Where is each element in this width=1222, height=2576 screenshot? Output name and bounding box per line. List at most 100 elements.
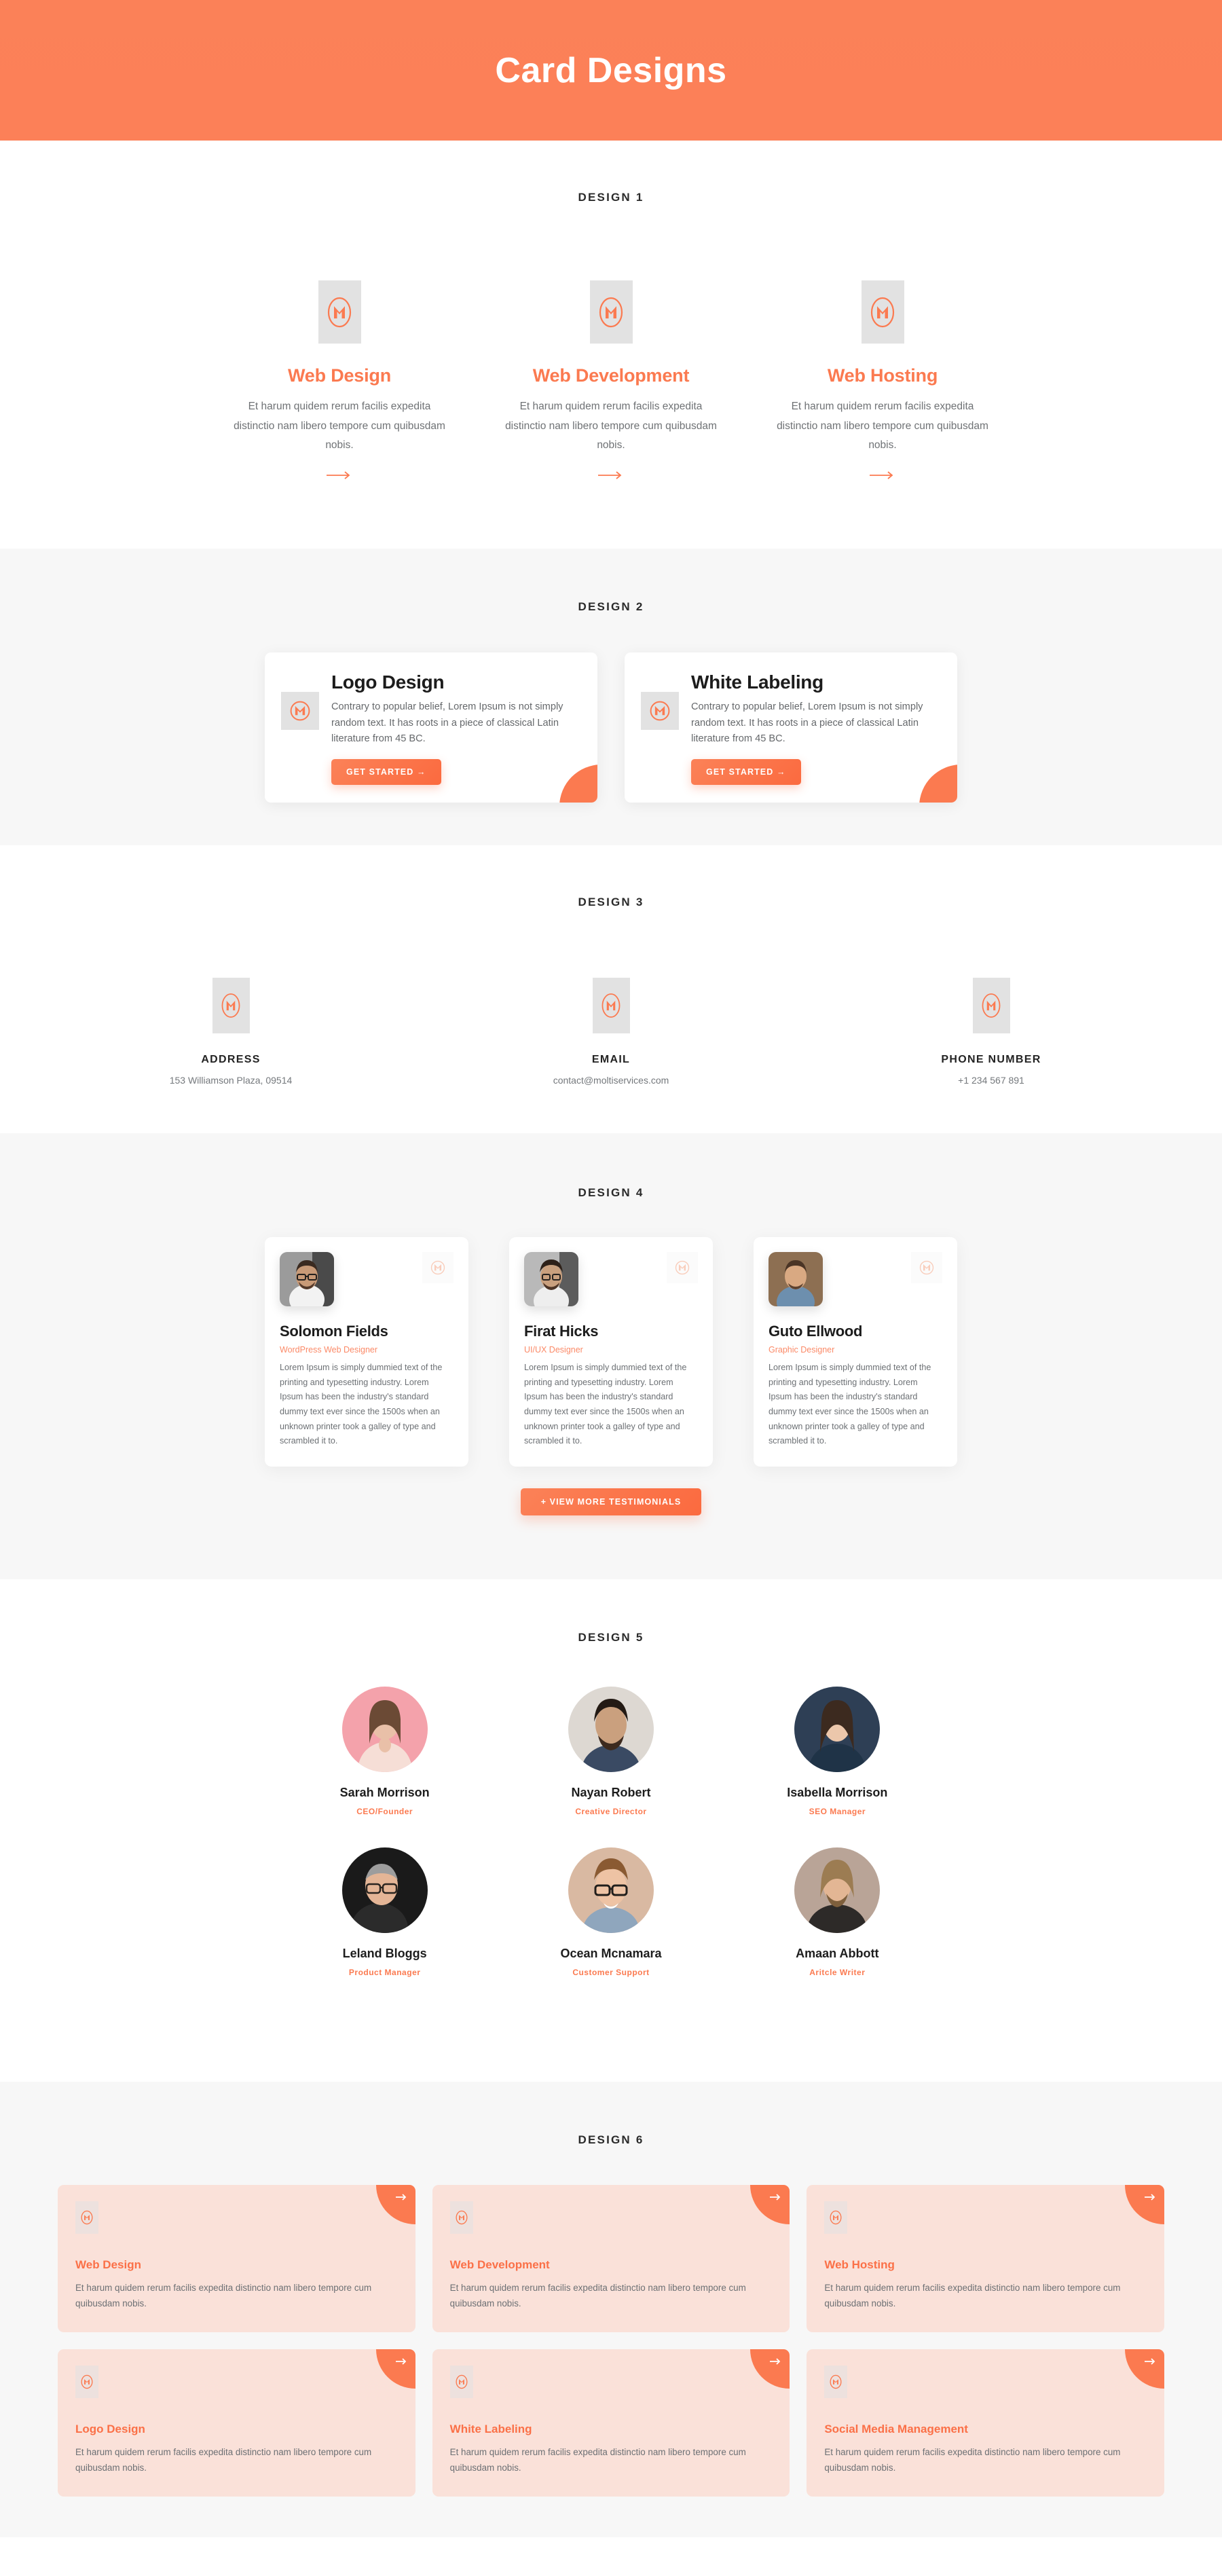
service-title: Web Design [287,365,392,386]
feature-card[interactable]: Logo Design Contrary to popular belief, … [265,652,597,803]
testimonial-text: Lorem Ipsum is simply dummied text of th… [280,1363,443,1446]
service-tile[interactable]: Web Hosting Et harum quidem rerum facili… [807,2185,1164,2332]
design-2-card-grid: Logo Design Contrary to popular belief, … [265,652,957,803]
view-more-row: + VIEW MORE TESTIMONIALS [0,1488,1222,1515]
feature-title: Logo Design [331,671,445,693]
service-card[interactable]: Web Hosting Et harum quidem rerum facili… [771,280,995,480]
tile-title: Web Hosting [824,2258,895,2271]
icon-wrap [449,2365,773,2398]
person-name: Firat Hicks [524,1323,599,1340]
tile-title: White Labeling [449,2422,532,2435]
m-logo-icon [592,978,630,1033]
design-1-label: DESIGN 1 [578,191,644,204]
contact-card[interactable]: PHONE NUMBER +1 234 567 891 [889,978,1093,1086]
icon-wrap [129,978,333,1033]
m-logo-icon [824,2201,848,2234]
testimonial-card[interactable]: Solomon Fields WordPress Web Designer Lo… [265,1237,468,1467]
design-6-section: DESIGN 6 Web Design Et harum quidem reru… [0,2082,1222,2537]
icon-wrap [75,2365,398,2398]
tile-title: Social Media Management [824,2422,968,2435]
icon-wrap [889,978,1093,1033]
design-2-label: DESIGN 2 [578,600,644,613]
contact-title: ADDRESS [201,1054,261,1065]
person-name: Solomon Fields [280,1323,388,1340]
member-role: Creative Director [575,1807,647,1816]
service-desc: Et harum quidem rerum facilis expedita d… [234,401,445,452]
design-4-label: DESIGN 4 [578,1186,644,1199]
design-3-section: DESIGN 3 ADDRESS 153 Williamson Plaza, 0… [0,845,1222,1133]
icon-wrap [499,280,723,344]
service-tile[interactable]: Web Development Et harum quidem rerum fa… [432,2185,790,2332]
arrow-right-icon[interactable] [227,471,451,480]
tile-desc: Et harum quidem rerum facilis expedita d… [449,2446,746,2473]
icon-wrap [75,2201,398,2234]
member-role: CEO/Founder [356,1807,413,1816]
team-member-card[interactable]: Isabella Morrison SEO Manager [735,1687,939,1816]
design-3-card-grid: ADDRESS 153 Williamson Plaza, 09514 EMAI… [129,978,1093,1086]
testimonial-text: Lorem Ipsum is simply dummied text of th… [524,1363,687,1446]
team-member-card[interactable]: Ocean Mcnamara Customer Support [509,1847,713,1977]
team-member-card[interactable]: Amaan Abbott Aritcle Writer [735,1847,939,1977]
feature-desc: Contrary to popular belief, Lorem Ipsum … [331,701,563,745]
arrow-right-icon[interactable] [499,471,723,480]
design-5-label: DESIGN 5 [578,1631,644,1644]
person-role: UI/UX Designer [524,1345,583,1355]
avatar [341,1687,428,1772]
design-3-label: DESIGN 3 [578,896,644,908]
view-more-testimonials-button[interactable]: + VIEW MORE TESTIMONIALS [520,1488,702,1515]
service-tile[interactable]: Social Media Management Et harum quidem … [807,2349,1164,2497]
m-logo-icon [667,1252,698,1283]
m-logo-icon [422,1252,453,1283]
avatar [769,1252,823,1306]
feature-desc: Contrary to popular belief, Lorem Ipsum … [691,701,923,745]
design-5-section: DESIGN 5 Sarah Morrison CEO/Founder Naya… [0,1579,1222,2082]
person-name: Guto Ellwood [769,1323,863,1340]
m-logo-icon [75,2365,98,2398]
tile-title: Logo Design [75,2422,145,2435]
contact-value: contact@moltiservices.com [553,1075,669,1086]
m-logo-icon [449,2365,473,2398]
testimonial-card[interactable]: Firat Hicks UI/UX Designer Lorem Ipsum i… [509,1237,713,1467]
testimonial-card[interactable]: Guto Ellwood Graphic Designer Lorem Ipsu… [754,1237,957,1467]
get-started-button[interactable]: GET STARTED → [691,758,801,785]
design-1-card-grid: Web Design Et harum quidem rerum facilis… [227,280,995,480]
avatar [568,1847,654,1933]
service-tile[interactable]: Logo Design Et harum quidem rerum facili… [58,2349,415,2497]
m-logo-icon [861,280,904,344]
design-1-section: DESIGN 1 Web Design Et harum quidem reru… [0,141,1222,549]
page-hero: Card Designs [0,0,1222,141]
feature-card[interactable]: White Labeling Contrary to popular belie… [625,652,957,803]
member-name: Leland Bloggs [342,1947,427,1960]
service-tile[interactable]: Web Design Et harum quidem rerum facilis… [58,2185,415,2332]
tile-desc: Et harum quidem rerum facilis expedita d… [824,2283,1121,2309]
tile-desc: Et harum quidem rerum facilis expedita d… [75,2446,372,2473]
design-4-section: DESIGN 4 Solomon Fields WordPress Web De… [0,1133,1222,1579]
design-6-card-grid: Web Design Et harum quidem rerum facilis… [58,2185,1164,2497]
icon-wrap [824,2201,1147,2234]
design-4-card-grid: Solomon Fields WordPress Web Designer Lo… [265,1237,957,1467]
member-name: Sarah Morrison [339,1786,430,1799]
team-member-card[interactable]: Leland Bloggs Product Manager [283,1847,487,1977]
tile-desc: Et harum quidem rerum facilis expedita d… [75,2283,372,2309]
contact-card[interactable]: EMAIL contact@moltiservices.com [509,978,713,1086]
team-member-card[interactable]: Nayan Robert Creative Director [509,1687,713,1816]
service-title: Web Development [532,365,690,386]
contact-value: +1 234 567 891 [958,1075,1024,1086]
m-logo-icon [318,280,361,344]
card-top [280,1252,453,1306]
team-member-card[interactable]: Sarah Morrison CEO/Founder [283,1687,487,1816]
contact-title: PHONE NUMBER [941,1054,1041,1065]
contact-title: EMAIL [591,1054,631,1065]
member-name: Ocean Mcnamara [560,1947,662,1960]
feature-body: Logo Design Contrary to popular belief, … [319,670,572,785]
m-logo-icon [641,692,679,730]
arrow-right-icon[interactable] [771,471,995,480]
contact-card[interactable]: ADDRESS 153 Williamson Plaza, 09514 [129,978,333,1086]
icon-wrap [824,2365,1147,2398]
m-logo-icon [75,2201,98,2234]
service-card[interactable]: Web Development Et harum quidem rerum fa… [499,280,723,480]
get-started-button[interactable]: GET STARTED → [331,758,441,785]
service-card[interactable]: Web Design Et harum quidem rerum facilis… [227,280,451,480]
service-tile[interactable]: White Labeling Et harum quidem rerum fac… [432,2349,790,2497]
person-role: WordPress Web Designer [280,1345,378,1355]
